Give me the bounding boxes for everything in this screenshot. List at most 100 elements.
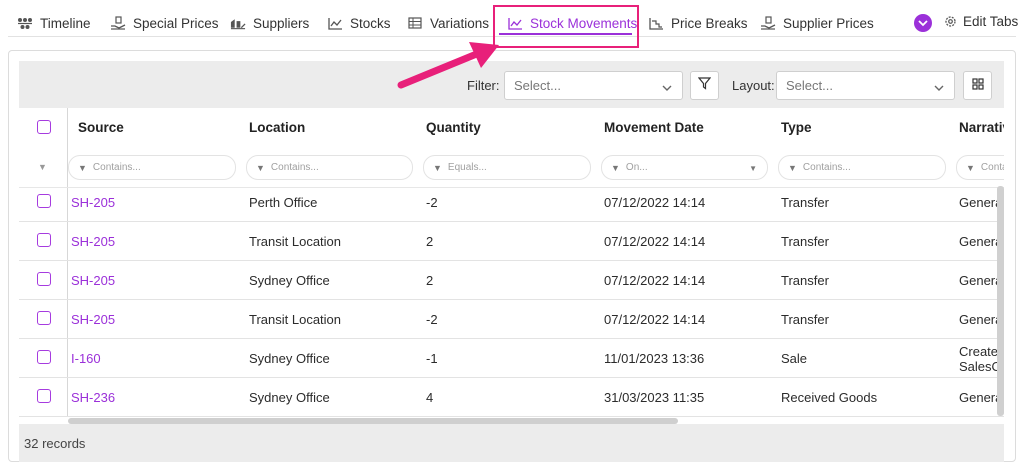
more-tabs-button[interactable]	[914, 14, 932, 32]
timeline-icon	[17, 16, 33, 30]
annotation-highlight-box	[493, 5, 639, 48]
gear-icon	[944, 15, 957, 28]
funnel-icon: ▼	[966, 162, 975, 173]
tab-stocks[interactable]: Stocks	[327, 14, 391, 32]
tab-supplier-prices[interactable]: Supplier Prices	[760, 14, 874, 32]
narrative-cell: Created SalesO	[959, 344, 1004, 374]
row-checkbox[interactable]	[37, 233, 51, 247]
type-cell: Received Goods	[781, 390, 878, 405]
source-link[interactable]: SH-236	[71, 390, 115, 405]
tab-label: Stocks	[350, 15, 391, 31]
tab-suppliers[interactable]: Suppliers	[230, 14, 309, 32]
tab-label: Timeline	[40, 15, 91, 31]
filter-movement-date[interactable]: ▼ On... ▼	[601, 155, 768, 180]
column-header-narrative[interactable]: Narrative	[959, 120, 1004, 135]
column-header-source[interactable]: Source	[78, 120, 124, 135]
layout-select[interactable]: Select...	[776, 71, 955, 100]
filter-placeholder: Contains...	[92, 162, 141, 173]
column-header-movement-date[interactable]: Movement Date	[604, 120, 704, 135]
source-link[interactable]: SH-205	[71, 273, 115, 288]
record-count: 32 records	[24, 436, 86, 451]
filter-select-value: Select...	[514, 78, 561, 93]
filter-location[interactable]: ▼ Contains...	[246, 155, 413, 180]
stock-movements-grid: Source Location Quantity Movement Date T…	[19, 108, 1004, 417]
movement-date-cell: 07/12/2022 14:14	[604, 312, 706, 327]
tab-variations[interactable]: Variations	[407, 14, 489, 32]
filter-button[interactable]	[690, 71, 719, 100]
edit-tabs-label: Edit Tabs	[963, 14, 1019, 29]
row-checkbox[interactable]	[37, 389, 51, 403]
filter-label: Filter:	[467, 78, 500, 93]
location-cell: Sydney Office	[249, 390, 330, 405]
filter-placeholder: Contains...	[802, 162, 851, 173]
funnel-icon: ▼	[433, 162, 442, 173]
filter-quantity[interactable]: ▼ Equals...	[423, 155, 591, 180]
location-cell: Perth Office	[249, 195, 318, 210]
row-checkbox[interactable]	[37, 194, 51, 208]
location-cell: Transit Location	[249, 234, 342, 249]
tab-label: Suppliers	[253, 15, 310, 31]
row-checkbox[interactable]	[37, 272, 51, 286]
filter-source[interactable]: ▼ Contains...	[68, 155, 236, 180]
movement-date-cell: 07/12/2022 14:14	[604, 234, 706, 249]
quantity-cell: 4	[426, 390, 434, 405]
table-row[interactable]: SH-205 Sydney Office 2 07/12/2022 14:14 …	[19, 261, 1004, 300]
table-row[interactable]: SH-205 Transit Location 2 07/12/2022 14:…	[19, 222, 1004, 261]
source-link[interactable]: SH-205	[71, 195, 115, 210]
quantity-cell: -1	[426, 351, 438, 366]
vertical-scrollbar[interactable]	[997, 186, 1004, 416]
row-checkbox[interactable]	[37, 311, 51, 325]
funnel-icon: ▼	[611, 162, 620, 173]
filter-select[interactable]: Select...	[504, 71, 683, 100]
tab-price-breaks[interactable]: Price Breaks	[648, 14, 748, 32]
column-header-type[interactable]: Type	[781, 120, 812, 135]
tab-label: Special Prices	[133, 15, 219, 31]
funnel-icon: ▼	[38, 162, 47, 172]
funnel-icon: ▼	[256, 162, 265, 173]
row-checkbox[interactable]	[37, 350, 51, 364]
table-row[interactable]: SH-205 Perth Office -2 07/12/2022 14:14 …	[19, 183, 1004, 222]
movement-date-cell: 11/01/2023 13:36	[604, 351, 705, 366]
filter-placeholder: Equals...	[447, 162, 487, 173]
movement-date-cell: 07/12/2022 14:14	[604, 195, 706, 210]
movement-date-cell: 07/12/2022 14:14	[604, 273, 706, 288]
type-cell: Transfer	[781, 273, 829, 288]
type-cell: Transfer	[781, 312, 829, 327]
funnel-icon: ▼	[78, 162, 87, 173]
tab-timeline[interactable]: Timeline	[17, 14, 91, 32]
layout-label: Layout:	[732, 78, 775, 93]
location-cell: Sydney Office	[249, 351, 330, 366]
tab-label: Variations	[430, 15, 490, 31]
edit-tabs-button[interactable]: Edit Tabs	[944, 14, 1018, 29]
tab-special-prices[interactable]: Special Prices	[110, 14, 219, 32]
table-row[interactable]: SH-205 Transit Location -2 07/12/2022 14…	[19, 300, 1004, 339]
funnel-icon	[697, 76, 712, 95]
quantity-cell: -2	[426, 312, 438, 327]
source-link[interactable]: SH-205	[71, 312, 115, 327]
filter-narrative[interactable]: ▼ Contains...	[956, 155, 1004, 180]
filter-type[interactable]: ▼ Contains...	[778, 155, 946, 180]
chevron-down-icon	[662, 80, 672, 95]
column-header-location[interactable]: Location	[249, 120, 305, 135]
quantity-cell: -2	[426, 195, 438, 210]
select-all-checkbox[interactable]	[37, 120, 51, 134]
location-cell: Transit Location	[249, 312, 342, 327]
filter-placeholder: Contains...	[270, 162, 319, 173]
movement-date-cell: 31/03/2023 11:35	[604, 390, 705, 405]
table-row[interactable]: SH-236 Sydney Office 4 31/03/2023 11:35 …	[19, 378, 1004, 417]
hand-price-icon	[110, 16, 126, 30]
chart-line-icon	[327, 16, 343, 30]
column-chooser-button[interactable]	[963, 71, 992, 100]
table-icon	[407, 16, 423, 30]
type-cell: Sale	[781, 351, 808, 366]
source-link[interactable]: SH-205	[71, 234, 115, 249]
tab-label: Supplier Prices	[783, 15, 874, 31]
supplier-icon	[230, 16, 246, 30]
location-cell: Sydney Office	[249, 273, 330, 288]
column-header-quantity[interactable]: Quantity	[426, 120, 481, 135]
filter-placeholder: Contains...	[980, 162, 1004, 173]
quantity-cell: 2	[426, 273, 434, 288]
table-row[interactable]: I-160 Sydney Office -1 11/01/2023 13:36 …	[19, 339, 1004, 378]
source-link[interactable]: I-160	[71, 351, 101, 366]
tab-label: Price Breaks	[671, 15, 748, 31]
